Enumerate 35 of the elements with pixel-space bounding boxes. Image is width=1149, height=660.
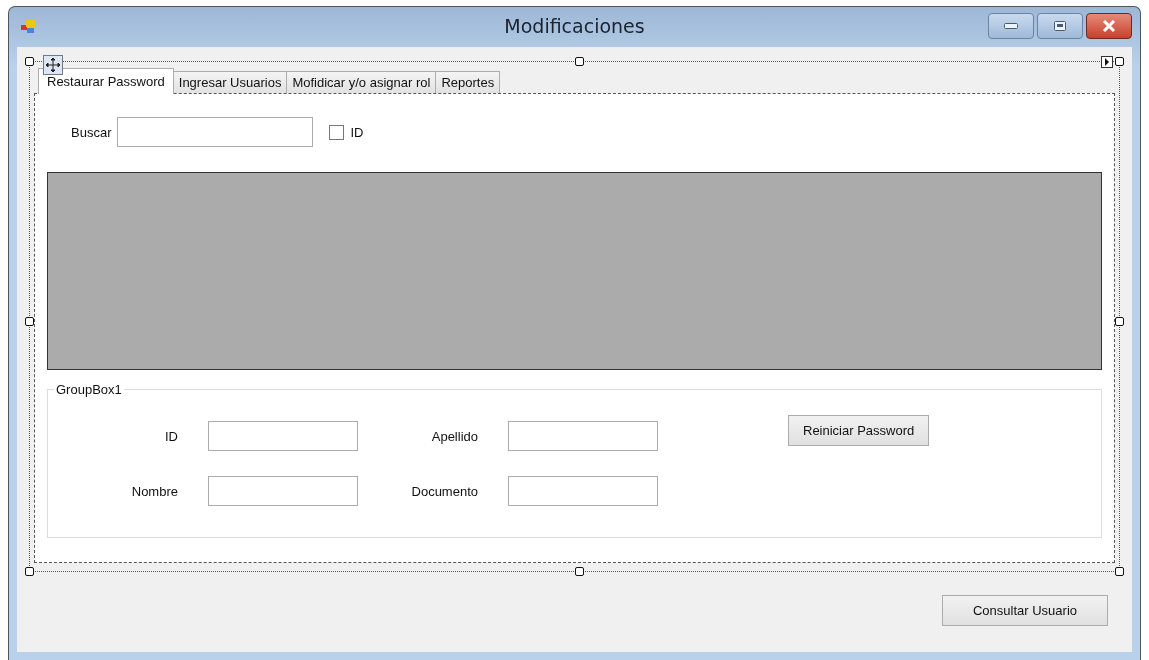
checkbox-label: ID xyxy=(350,124,364,140)
smart-tag-icon[interactable] xyxy=(1101,56,1113,68)
reset-password-button[interactable]: Reiniciar Password xyxy=(788,414,930,446)
search-field[interactable] xyxy=(117,117,314,147)
field-label: Apellido xyxy=(431,428,478,444)
resize-handle[interactable] xyxy=(1115,567,1124,576)
input-field[interactable] xyxy=(508,476,658,506)
maximize-icon xyxy=(1054,21,1066,31)
close-icon xyxy=(1102,20,1116,32)
maximize-button[interactable] xyxy=(1037,13,1083,39)
search-label: Buscar xyxy=(71,124,112,140)
minimize-button[interactable] xyxy=(988,13,1034,39)
input-field[interactable] xyxy=(508,421,658,451)
group-box-title: GroupBox1 xyxy=(55,382,123,397)
field-label: ID xyxy=(165,428,178,444)
resize-handle[interactable] xyxy=(574,567,584,576)
tab[interactable]: Mofidicar y/o asignar rol xyxy=(286,71,437,93)
app-icon xyxy=(21,20,37,34)
resize-handle[interactable] xyxy=(574,57,584,66)
field-label: Nombre xyxy=(131,483,178,499)
tab[interactable]: Restaurar Password xyxy=(38,68,174,94)
input-field[interactable] xyxy=(208,421,358,451)
minimize-icon xyxy=(1004,23,1018,29)
resize-handle[interactable] xyxy=(25,57,34,66)
field-label: Documento xyxy=(411,483,478,499)
tab[interactable]: Ingresar Usuarios xyxy=(172,71,288,93)
move-icon[interactable] xyxy=(43,55,63,75)
resize-handle[interactable] xyxy=(25,567,34,576)
resize-handle[interactable] xyxy=(1115,57,1124,66)
input-field[interactable] xyxy=(208,476,358,506)
window-title: Modificaciones xyxy=(504,15,645,37)
close-button[interactable] xyxy=(1086,13,1132,39)
consult-user-button[interactable]: Consultar Usuario xyxy=(942,595,1108,626)
tab[interactable]: Reportes xyxy=(435,71,501,93)
checkbox[interactable] xyxy=(329,124,345,140)
